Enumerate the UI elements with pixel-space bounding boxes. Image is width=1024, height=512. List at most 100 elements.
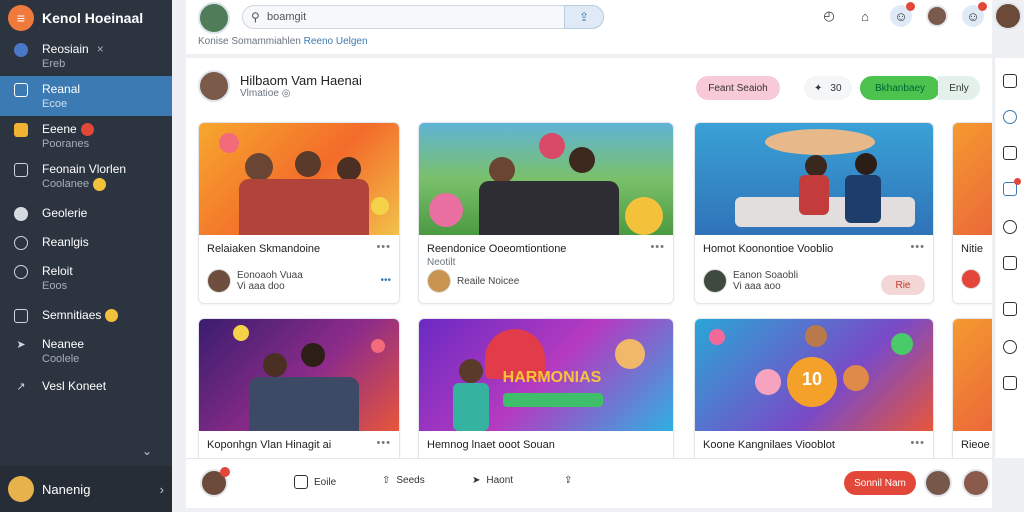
avatar[interactable] (994, 2, 1022, 30)
sidebar-item-7[interactable]: Semnitiaes (0, 298, 172, 327)
video-title[interactable]: Hemnog lnaet ooot Souan (427, 439, 555, 451)
video-thumbnail[interactable] (695, 123, 933, 235)
channel-name: Reaile Noicee (457, 275, 520, 287)
bottom-item-label: Eoile (314, 476, 337, 488)
bottom-item-1[interactable]: ⇧ Seeds (382, 475, 425, 486)
reaction-pill[interactable]: Rie (881, 275, 925, 295)
sidebar-item-2[interactable]: Eeene Pooranes (0, 116, 172, 156)
clock-icon[interactable]: ◴ (818, 5, 840, 27)
footer-label: Nanenig (42, 481, 91, 497)
video-card[interactable]: Homot Koonontioe Vooblio ••• Eanon Soaob… (694, 122, 934, 304)
sidebar-item-4[interactable]: Geolerie (0, 196, 172, 225)
reaction-icon: ✦ (814, 82, 823, 94)
close-icon[interactable]: × (97, 42, 104, 56)
user-icon[interactable]: ☺ (962, 2, 987, 27)
chevron-right-icon: › (159, 481, 164, 497)
gallery-icon (14, 207, 28, 221)
more-icon[interactable]: ••• (650, 241, 665, 253)
video-card[interactable]: 10 Koone Kangnilaes Viooblot ••• (694, 318, 934, 458)
video-thumbnail[interactable] (419, 123, 673, 235)
avatar[interactable] (427, 269, 451, 293)
more-icon[interactable]: ••• (910, 437, 925, 449)
avatar[interactable] (926, 5, 948, 27)
sidebar-item-1[interactable]: Reanal Ecoe (0, 76, 172, 116)
video-meta: Eanon Soaobli Vi aaa aoo (703, 269, 798, 293)
sidebar-item-0[interactable]: Reosiain × Ereb (0, 36, 172, 76)
avatar[interactable] (198, 2, 230, 34)
share-icon: ↗ (16, 380, 26, 393)
sidebar-item-label: Reloit (42, 264, 73, 278)
avatar[interactable] (207, 269, 231, 293)
video-title[interactable]: Nitie (961, 243, 983, 255)
video-title[interactable]: Rieoe (961, 439, 990, 451)
more-icon[interactable]: ••• (910, 241, 925, 253)
video-card[interactable]: Nitie (952, 122, 992, 304)
avatar[interactable] (924, 469, 952, 497)
video-card[interactable]: Koponhgn Vlan Hinagit ai ••• (198, 318, 400, 458)
secondary-button[interactable]: Enly (938, 76, 980, 100)
primary-button[interactable]: Bkhanbaey (860, 76, 940, 100)
bottom-item-0[interactable]: Eoile (294, 475, 336, 489)
sidebar-footer[interactable]: Nanenig › (0, 466, 172, 512)
avatar[interactable] (961, 269, 981, 289)
more-icon[interactable]: ••• (376, 437, 391, 449)
mail-icon (14, 309, 28, 323)
chevron-down-icon[interactable]: ⌄ (142, 444, 152, 458)
sidebar-item-9[interactable]: ↗ Vesl Koneet (0, 371, 172, 398)
app-window: ≡ Kenol Hoeinaal Reosiain × Ereb Reanal E… (0, 0, 1024, 512)
video-thumbnail[interactable] (199, 319, 399, 431)
search-button[interactable]: ⇪ (564, 5, 604, 29)
more-dots[interactable]: ••• (380, 275, 391, 286)
breadcrumb-link[interactable]: Reeno Uelgen (304, 36, 368, 47)
video-thumbnail[interactable] (953, 319, 992, 431)
search-input[interactable]: ⚲ boamgit (242, 5, 604, 29)
video-title[interactable]: Koponhgn Vlan Hinagit ai (207, 439, 331, 451)
sidebar-item-6[interactable]: Reloit Eoos (0, 254, 172, 298)
bookmark-icon[interactable]: ⌂ (854, 5, 876, 27)
link-icon[interactable] (1003, 340, 1017, 354)
video-thumbnail[interactable]: 10 (695, 319, 933, 431)
video-card[interactable]: Relaiaken Skmandoine ••• Eonoaoh Vuaa Vi … (198, 122, 400, 304)
profile-header[interactable]: Hilbaom Vam Haenai Vlmatioe ◎ (198, 70, 362, 102)
puzzle-icon[interactable] (1003, 256, 1017, 270)
emoji-icon (93, 177, 107, 191)
sidebar-item-5[interactable]: Reanlgis (0, 225, 172, 254)
pen-icon[interactable] (1003, 376, 1017, 390)
send-button[interactable]: Sonnil Nam (844, 471, 916, 495)
sidebar-item-label: Semnitiaes (42, 308, 102, 322)
screen-icon[interactable] (1003, 74, 1017, 88)
more-icon[interactable]: ••• (376, 241, 391, 253)
bottom-item-2[interactable]: ➤ Haont (472, 475, 513, 486)
video-title[interactable]: Relaiaken Skmandoine (207, 243, 320, 255)
reactions[interactable]: ✦ 30 (804, 76, 852, 100)
video-title[interactable]: Homot Koonontioe Vooblio (703, 243, 833, 255)
upload-button[interactable]: ⇪ (564, 475, 572, 486)
video-card[interactable]: HARMONIAS Hemnog lnaet ooot Souan (418, 318, 674, 458)
video-card[interactable]: Reendonice Ooeomtiontione Neotilt ••• Re… (418, 122, 674, 304)
thumbnail-number: 10 (801, 369, 823, 389)
video-thumbnail[interactable]: HARMONIAS (419, 319, 673, 431)
video-title[interactable]: Koone Kangnilaes Viooblot (703, 439, 835, 451)
sidebar-item-3[interactable]: Feonain Vlorlen Coolanee (0, 156, 172, 196)
brand[interactable]: ≡ Kenol Hoeinaal (0, 0, 172, 36)
user-icon[interactable] (1003, 110, 1017, 124)
bell-icon[interactable] (1003, 178, 1021, 196)
avatar[interactable] (703, 269, 727, 293)
video-title[interactable]: Reendonice Ooeomtiontione (427, 243, 566, 255)
avatar[interactable] (962, 469, 990, 497)
video-thumbnail[interactable] (953, 123, 992, 235)
share-icon: ⇧ (382, 475, 391, 486)
people-icon[interactable]: ☺ (890, 2, 915, 27)
edit-icon[interactable] (1003, 146, 1017, 160)
grid-icon[interactable] (1003, 302, 1017, 316)
sidebar-item-8[interactable]: ➤ Neanee Coolele (0, 327, 172, 371)
video-thumbnail[interactable] (199, 123, 399, 235)
avatar[interactable] (200, 467, 230, 497)
profile-sub: Vlmatioe ◎ (240, 88, 291, 99)
video-card[interactable]: Rieoe (952, 318, 992, 458)
sidebar-item-label: Neanee (42, 337, 85, 351)
channel-name: Eonoaoh Vuaa (237, 270, 303, 281)
thumbnail-text: HARMONIAS (502, 369, 602, 386)
pink-action-button[interactable]: Feant Seaioh (696, 76, 780, 100)
settings-icon[interactable] (1003, 220, 1017, 234)
